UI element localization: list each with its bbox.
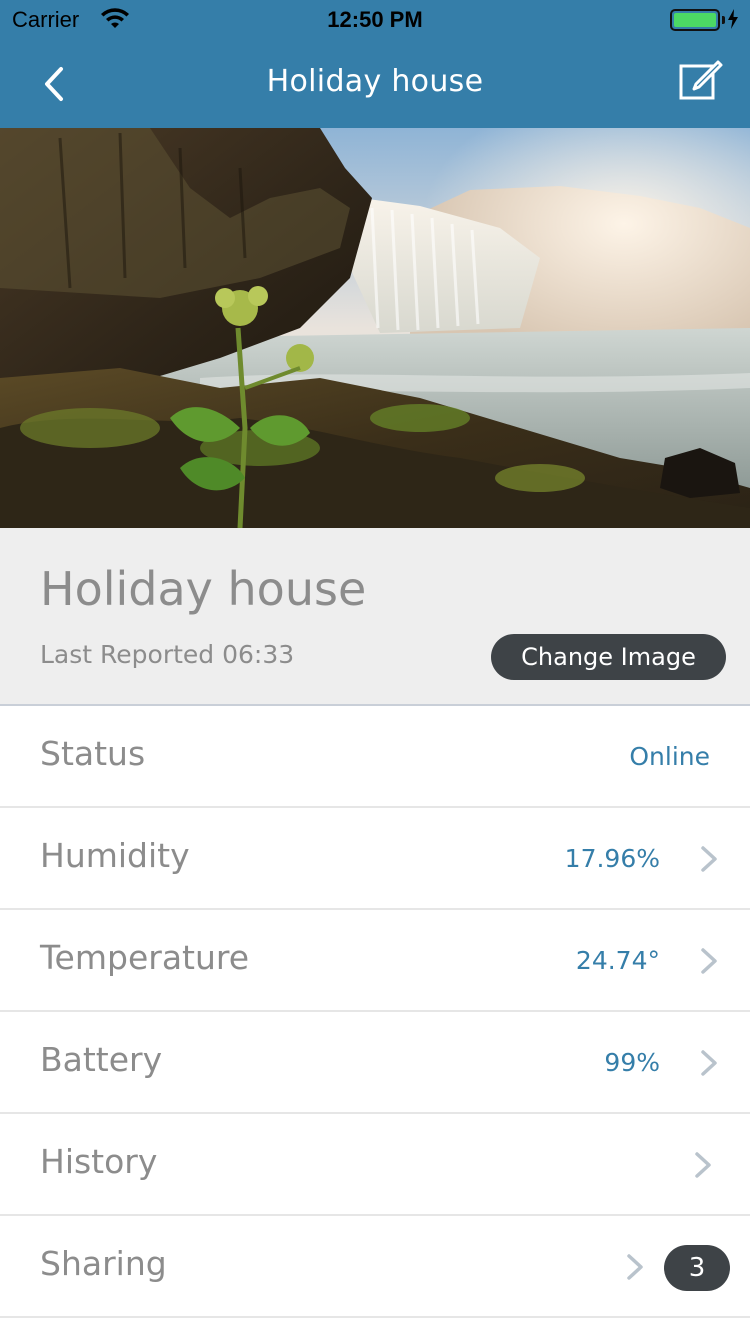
row-humidity[interactable]: Humidity 17.96% — [0, 808, 750, 910]
top-bar: Carrier 12:50 PM Holiday house — [0, 0, 750, 128]
device-hero-image — [0, 128, 750, 528]
edit-compose-icon — [679, 60, 723, 100]
chevron-right-icon — [695, 1152, 711, 1178]
row-temperature[interactable]: Temperature 24.74° — [0, 910, 750, 1012]
sharing-count-badge: 3 — [664, 1245, 730, 1291]
device-info-header: Holiday house Last Reported 06:33 Change… — [0, 528, 750, 706]
row-status: Status Online — [0, 706, 750, 808]
chevron-right-icon — [701, 1050, 717, 1076]
edit-button[interactable] — [676, 56, 724, 104]
humidity-value: 17.96% — [564, 844, 660, 873]
row-label: Battery — [40, 1040, 163, 1079]
chevron-right-icon — [701, 948, 717, 974]
row-sharing[interactable]: Sharing 3 — [0, 1216, 750, 1318]
chevron-right-icon — [701, 846, 717, 872]
battery-value: 99% — [604, 1048, 660, 1077]
battery-cap — [722, 16, 725, 24]
row-history[interactable]: History — [0, 1114, 750, 1216]
row-label: Status — [40, 734, 146, 773]
navigation-bar: Holiday house — [0, 40, 750, 128]
status-bar: Carrier 12:50 PM — [0, 0, 750, 40]
chevron-right-icon — [627, 1254, 643, 1280]
charging-bolt-icon — [727, 8, 739, 34]
status-time: 12:50 PM — [327, 7, 423, 32]
device-name: Holiday house — [40, 562, 367, 616]
status-value: Online — [629, 742, 710, 771]
row-label: History — [40, 1142, 158, 1181]
device-detail-list: Status Online Humidity 17.96% Temperatur… — [0, 706, 750, 1318]
row-battery[interactable]: Battery 99% — [0, 1012, 750, 1114]
row-label: Sharing — [40, 1244, 167, 1283]
battery-level-fill — [674, 13, 716, 27]
nav-title: Holiday house — [266, 64, 484, 99]
battery-icon — [670, 9, 720, 31]
change-image-button[interactable]: Change Image — [491, 634, 726, 680]
temperature-value: 24.74° — [575, 946, 660, 975]
row-label: Humidity — [40, 836, 190, 875]
row-label: Temperature — [40, 938, 250, 977]
last-reported-text: Last Reported 06:33 — [40, 640, 295, 669]
